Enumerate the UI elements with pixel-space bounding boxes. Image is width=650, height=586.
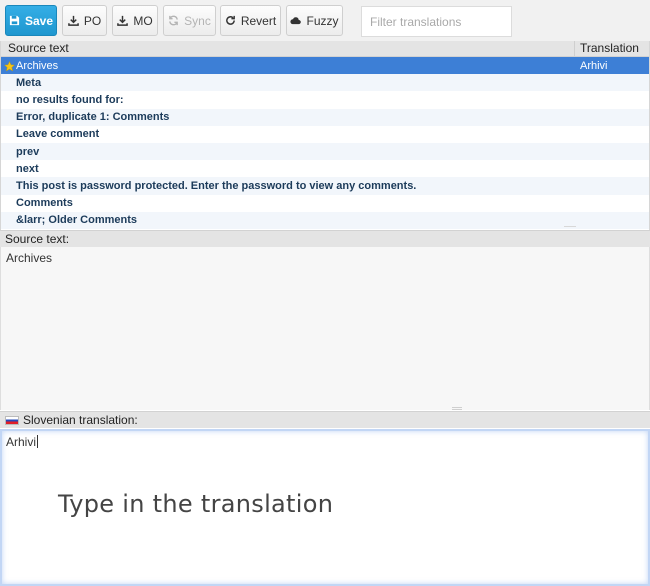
toolbar: Save PO MO Sync Revert Fuzzy: [0, 0, 650, 42]
translation-label-bar: Slovenian translation:: [0, 411, 650, 428]
column-header-source[interactable]: Source text: [1, 41, 575, 56]
po-label: PO: [83, 13, 102, 28]
download-icon: [68, 15, 79, 26]
translation-value: Arhivi: [6, 435, 37, 449]
table-row[interactable]: &larr; Older Comments: [1, 211, 649, 229]
table-row[interactable]: Meta: [1, 74, 649, 92]
grid-header: Source text Translation: [1, 41, 649, 57]
sync-icon: [169, 15, 179, 26]
fuzzy-label: Fuzzy: [306, 13, 339, 28]
mo-label: MO: [133, 13, 153, 28]
instruction-hint: Type in the translation: [58, 490, 334, 518]
table-row[interactable]: Comments: [1, 195, 649, 212]
cloud-icon: [290, 17, 302, 25]
row-source-text: Meta: [16, 76, 42, 89]
column-header-translation[interactable]: Translation: [575, 41, 649, 56]
grid-resize-handle[interactable]: [564, 226, 576, 229]
row-source-text: prev: [16, 145, 40, 158]
table-row[interactable]: prev: [1, 142, 649, 161]
row-source-text: next: [16, 162, 39, 175]
save-icon: [9, 15, 20, 26]
source-text-pane: Archives: [0, 247, 650, 410]
revert-label: Revert: [240, 13, 277, 28]
row-translation-text: Arhivi: [580, 59, 608, 72]
table-row[interactable]: no results found for:: [1, 91, 649, 108]
row-source-text: &larr; Older Comments: [16, 214, 138, 227]
sync-label: Sync: [184, 13, 211, 28]
translation-label: Slovenian translation:: [23, 413, 138, 427]
filter-translations-input[interactable]: [361, 6, 512, 37]
source-text-label: Source text:: [0, 230, 650, 247]
slovenia-flag-icon: [5, 415, 19, 425]
row-source-text: Error, duplicate 1: Comments: [16, 111, 170, 124]
source-text-value: Archives: [6, 251, 53, 265]
fuzzy-button[interactable]: Fuzzy: [286, 5, 343, 36]
revert-icon: [226, 15, 235, 25]
table-row[interactable]: Error, duplicate 1: Comments: [1, 108, 649, 126]
download-icon: [117, 15, 129, 26]
save-button[interactable]: Save: [5, 5, 57, 36]
pane-resize-handle[interactable]: [452, 407, 462, 410]
save-label: Save: [24, 13, 54, 28]
row-source-text: Comments: [16, 197, 73, 210]
text-caret: [37, 435, 39, 448]
row-source-text: Archives: [16, 59, 59, 72]
download-mo-button[interactable]: MO: [112, 5, 158, 36]
row-source-text: This post is password protected. Enter t…: [16, 179, 417, 192]
star-icon: [4, 60, 15, 71]
download-po-button[interactable]: PO: [62, 5, 107, 36]
table-row[interactable]: next: [1, 160, 649, 177]
sync-button[interactable]: Sync: [163, 5, 216, 36]
translation-grid: Source text Translation Archives Arhivi …: [0, 41, 650, 230]
table-row[interactable]: Archives Arhivi: [1, 57, 649, 75]
revert-button[interactable]: Revert: [220, 5, 281, 36]
row-source-text: Leave comment: [16, 128, 100, 141]
table-row[interactable]: This post is password protected. Enter t…: [1, 177, 649, 195]
grid-rows: Archives Arhivi Meta no results found fo…: [1, 57, 649, 229]
table-row[interactable]: Leave comment: [1, 126, 649, 143]
row-source-text: no results found for:: [16, 93, 124, 106]
